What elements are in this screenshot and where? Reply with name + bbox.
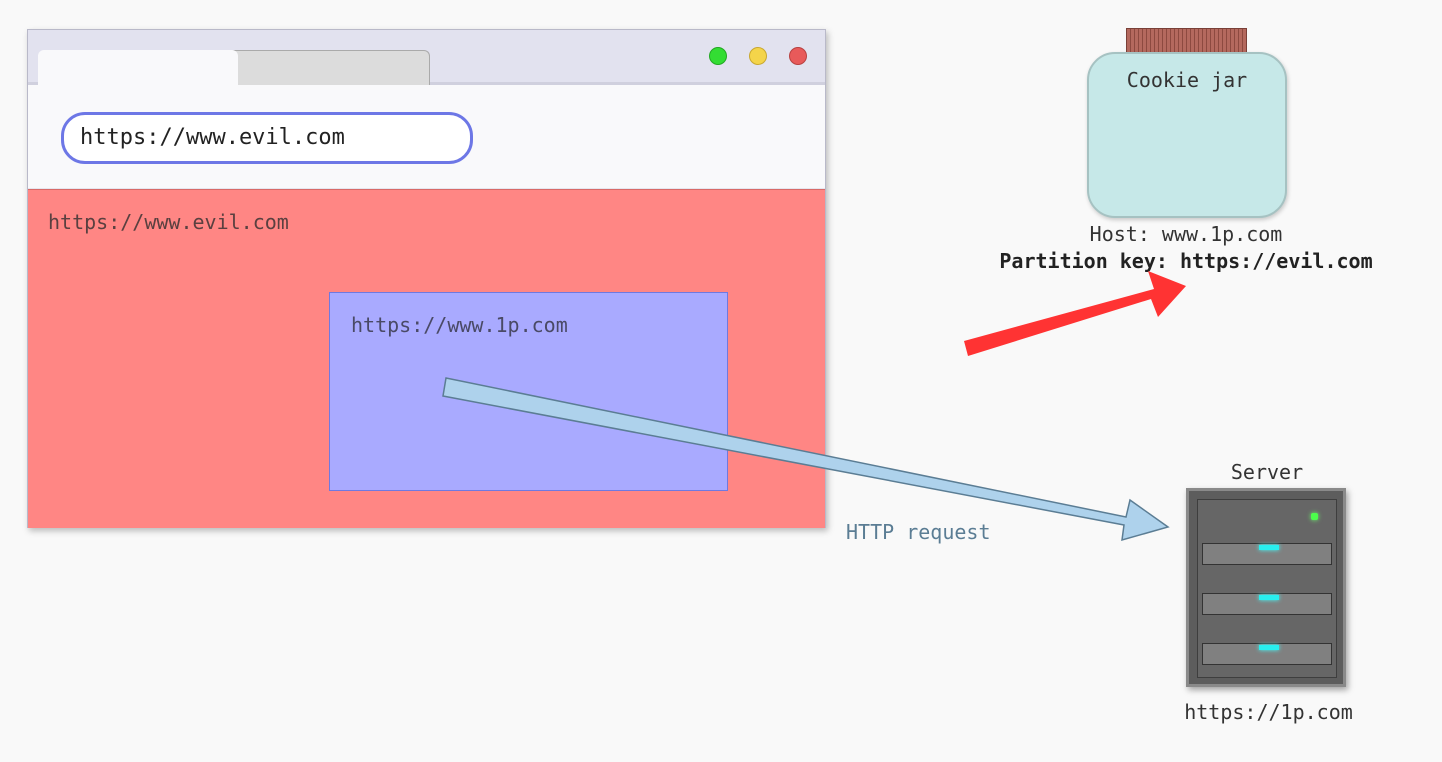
drive-activity-light: [1259, 645, 1279, 650]
http-request-arrow: [442, 377, 1170, 542]
server-drive-bay: [1202, 543, 1332, 565]
server-icon: [1186, 488, 1346, 687]
server-title: Server: [1230, 460, 1304, 484]
drive-activity-light: [1259, 595, 1279, 600]
server-rack: [1197, 499, 1337, 678]
server-drive-bay: [1202, 593, 1332, 615]
drive-activity-light: [1259, 545, 1279, 550]
server-power-led: [1311, 513, 1318, 520]
server-drive-bay: [1202, 643, 1332, 665]
server-url-label: https://1p.com: [1184, 700, 1353, 724]
partition-write-arrow: [964, 271, 1186, 356]
http-request-label: HTTP request: [846, 520, 991, 544]
